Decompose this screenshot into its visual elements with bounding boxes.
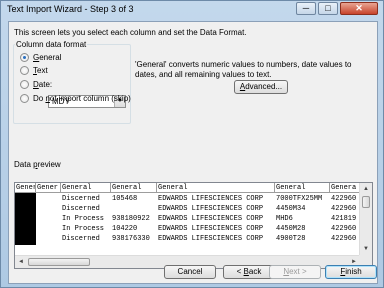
cell-status: In Process [62,215,105,223]
advanced-button[interactable]: Advanced... [234,80,288,94]
cell-model: 4450M34 [276,205,306,213]
cell-id [111,204,112,214]
cell-code: 422960 [331,225,357,233]
cell-status: Discerned [62,195,100,203]
cell-model: 7000TFX25MM [276,195,323,203]
column-header-row: Gener Gener General General General Gene… [15,183,360,193]
back-button[interactable]: < Back [223,265,275,279]
radio-skip-label: Do not import column (skip) [33,94,131,103]
cell-model: 4900T28 [276,235,306,243]
cell-id: 938180922 [112,215,150,223]
cell-code: 422960 [331,205,357,213]
cell-company: EDWARDS LIFESCIENCES CORP [158,205,264,213]
radio-general-label: General [33,53,62,62]
scroll-down-icon[interactable]: ▼ [360,243,372,255]
preview-grid: Gener Gener General General General Gene… [15,183,360,255]
window-controls: ─ □ ✕ [296,2,378,15]
cell-status: Discerned [62,205,100,213]
radio-do-not-import[interactable]: Do not import column (skip) [20,94,131,103]
column-data-format-group: General Text Date: MDY ▼ Do not import c… [13,44,131,124]
cell-id: 938176330 [112,235,150,243]
next-button[interactable]: Next > [269,265,321,279]
window-title: Text Import Wizard - Step 3 of 3 [7,4,134,14]
radio-button-icon [20,80,29,89]
cell-code: 421819 [331,215,357,223]
cell-model: 4450M28 [276,225,306,233]
cell-company: EDWARDS LIFESCIENCES CORP [158,225,264,233]
selected-column-highlight [15,193,36,245]
scroll-up-icon[interactable]: ▲ [360,183,372,195]
cell-status: Discerned [62,235,100,243]
vertical-scrollbar[interactable]: ▲ ▼ [359,183,372,255]
title-bar[interactable]: Text Import Wizard - Step 3 of 3 ─ □ ✕ [1,1,383,19]
column-data-format-title: Column data format [15,40,88,49]
radio-date[interactable]: Date: [20,80,52,89]
column-header[interactable]: Gener [15,183,36,193]
cell-company: EDWARDS LIFESCIENCES CORP [158,195,264,203]
radio-date-label: Date: [33,80,53,89]
radio-button-checked-icon [20,53,29,62]
maximize-button[interactable]: □ [318,2,338,15]
cell-status: In Process [62,225,105,233]
format-description: 'General' converts numeric values to num… [135,60,352,79]
radio-button-icon [20,66,29,75]
scroll-left-icon[interactable]: ◄ [15,256,27,268]
horizontal-scroll-thumb[interactable] [28,258,90,266]
radio-general[interactable]: General [20,53,61,62]
radio-text[interactable]: Text [20,66,48,75]
cell-id: 105468 [112,195,138,203]
cell-company: EDWARDS LIFESCIENCES CORP [158,215,264,223]
column-header[interactable]: General [275,183,330,193]
cancel-button[interactable]: Cancel [164,265,216,279]
intro-text: This screen lets you select each column … [14,28,247,37]
vertical-scroll-thumb[interactable] [362,196,370,208]
text-import-wizard-window: Text Import Wizard - Step 3 of 3 ─ □ ✕ T… [0,0,384,288]
minimize-button[interactable]: ─ [296,2,316,15]
wizard-body: This screen lets you select each column … [8,21,378,284]
column-header[interactable]: General [111,183,157,193]
data-preview-label: Data preview [14,160,61,169]
column-header[interactable]: Gener [36,183,61,193]
cell-code: 422960 [331,235,357,243]
column-header[interactable]: Genera [330,183,360,193]
radio-text-label: Text [33,66,48,75]
finish-button[interactable]: Finish [325,265,377,279]
data-preview-pane[interactable]: Gener Gener General General General Gene… [14,182,373,269]
cell-company: EDWARDS LIFESCIENCES CORP [158,235,264,243]
column-header[interactable]: General [157,183,275,193]
column-header[interactable]: General [61,183,111,193]
close-button[interactable]: ✕ [340,2,378,15]
cell-model: MHD6 [276,215,293,223]
cell-id: 104220 [112,225,138,233]
cell-code: 422960 [331,195,357,203]
radio-button-icon [20,94,29,103]
